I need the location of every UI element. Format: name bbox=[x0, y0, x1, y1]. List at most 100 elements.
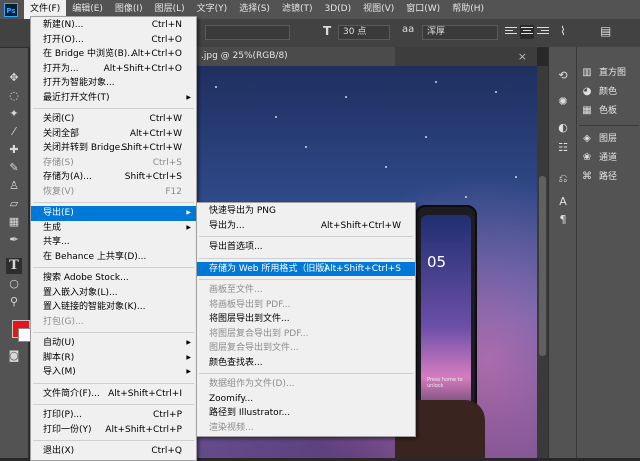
file-menu-item-label: 存储(S) bbox=[43, 157, 74, 168]
character-icon[interactable]: A bbox=[556, 195, 570, 209]
file-menu-item[interactable]: 关闭全部 Alt+Ctrl+W bbox=[31, 127, 196, 142]
export-menu-item[interactable]: 将图层导出到文件... bbox=[197, 312, 415, 327]
adjustments-icon[interactable]: ◐ bbox=[556, 121, 570, 135]
file-menu-item[interactable]: 文件简介(F)... Alt+Shift+Ctrl+I bbox=[31, 387, 196, 402]
menu-separator bbox=[199, 373, 413, 374]
file-menu-item-shortcut: Alt+Ctrl+W bbox=[129, 128, 182, 139]
file-menu-item[interactable]: 置入链接的智能对象(K)... bbox=[31, 300, 196, 315]
vertical-scrollbar[interactable] bbox=[537, 66, 548, 458]
brush-settings-icon[interactable]: ✺ bbox=[556, 95, 570, 109]
export-menu-item: 图层复合导出到文件... bbox=[197, 341, 415, 356]
file-menu-item[interactable]: 导入(M) ▶ bbox=[31, 365, 196, 380]
zoom-tool-icon[interactable]: ⚲ bbox=[6, 294, 22, 310]
menu-separator bbox=[33, 202, 194, 203]
align-center-button[interactable] bbox=[520, 25, 534, 39]
file-menu-item[interactable]: 打印(P)... Ctrl+P bbox=[31, 408, 196, 423]
file-menu-item-label: 打印(P)... bbox=[43, 410, 83, 420]
history-icon[interactable]: ⟲ bbox=[556, 69, 570, 83]
menu-separator bbox=[33, 267, 194, 268]
move-tool-icon[interactable]: ✥ bbox=[6, 70, 22, 86]
menu-filter[interactable]: 滤镜(T) bbox=[276, 0, 319, 19]
file-menu-item[interactable]: 关闭并转到 Bridge... Shift+Ctrl+W bbox=[31, 141, 196, 156]
eraser-tool-icon[interactable]: ▱ bbox=[6, 196, 22, 212]
panel-swatches[interactable]: ▦ 色板 bbox=[581, 103, 617, 119]
pen-tool-icon[interactable]: ✒ bbox=[6, 232, 22, 248]
panel-layers[interactable]: ◈ 图层 bbox=[581, 131, 617, 147]
font-size-dropdown[interactable]: 30 点 bbox=[338, 25, 390, 40]
file-menu-item[interactable]: 最近打开文件(T) ▶ bbox=[31, 91, 196, 106]
file-menu-item: 恢复(V) F12 bbox=[31, 185, 196, 200]
file-menu-item[interactable]: 打印一份(Y) Alt+Shift+Ctrl+P bbox=[31, 423, 196, 438]
export-menu-item[interactable]: 导出为... Alt+Shift+Ctrl+W bbox=[197, 219, 415, 234]
font-family-dropdown[interactable] bbox=[205, 25, 290, 40]
panel-color[interactable]: ◕ 颜色 bbox=[581, 84, 617, 100]
document-tab-bar: .jpg @ 25%(RGB/8) × bbox=[195, 47, 537, 66]
menu-view[interactable]: 视图(V) bbox=[357, 0, 400, 19]
panel-paths[interactable]: ⌘ 路径 bbox=[581, 169, 617, 185]
export-menu-item[interactable]: 路径到 Illustrator... bbox=[197, 406, 415, 421]
export-menu-item[interactable]: 存储为 Web 所用格式（旧版）... Alt+Shift+Ctrl+S bbox=[197, 261, 415, 276]
export-menu-item-label: 路径到 Illustrator... bbox=[209, 408, 291, 418]
scrollbar-thumb[interactable] bbox=[539, 176, 546, 356]
file-menu-item[interactable]: 共享... bbox=[31, 235, 196, 250]
file-menu-item[interactable]: 退出(X) Ctrl+Q bbox=[31, 444, 196, 459]
file-menu-item-label: 在 Bridge 中浏览(B)... bbox=[43, 49, 136, 59]
eyedropper-icon[interactable]: ⁄ bbox=[6, 124, 22, 140]
file-menu-item[interactable]: 存储为(A)... Shift+Ctrl+S bbox=[31, 170, 196, 185]
menu-separator bbox=[199, 236, 413, 237]
lasso-tool-icon[interactable]: ◌ bbox=[6, 88, 22, 104]
character-panel-icon[interactable]: ▤ bbox=[600, 24, 611, 38]
gradient-tool-icon[interactable]: ▦ bbox=[6, 214, 22, 230]
file-menu-item[interactable]: 搜索 Adobe Stock... bbox=[31, 271, 196, 286]
stamp-tool-icon[interactable]: ♙ bbox=[6, 178, 22, 194]
menu-type[interactable]: 文字(Y) bbox=[191, 0, 234, 19]
quick-mask-icon[interactable]: ◙ bbox=[6, 348, 22, 364]
file-menu-item-shortcut: Ctrl+Q bbox=[151, 446, 182, 456]
panel-histogram[interactable]: ▥ 直方图 bbox=[581, 65, 626, 81]
export-menu-item-label: 渲染视频... bbox=[209, 422, 254, 433]
shape-tool-icon[interactable]: ○ bbox=[6, 276, 22, 292]
file-menu-item[interactable]: 新建(N)... Ctrl+N bbox=[31, 18, 196, 33]
healing-brush-icon[interactable]: ✚ bbox=[6, 142, 22, 158]
file-menu-item[interactable]: 打开(O)... Ctrl+O bbox=[31, 33, 196, 48]
file-menu-item[interactable]: 置入嵌入对象(L)... bbox=[31, 286, 196, 301]
paths-icon: ⌘ bbox=[582, 171, 592, 182]
file-menu-item[interactable]: 打开为... Alt+Shift+Ctrl+O bbox=[31, 62, 196, 77]
brush-tool-icon[interactable]: ✎ bbox=[6, 160, 22, 176]
file-menu-item[interactable]: 脚本(R) ▶ bbox=[31, 351, 196, 366]
histogram-icon: ▥ bbox=[582, 67, 592, 78]
properties-icon[interactable]: ☷ bbox=[556, 141, 570, 155]
close-icon[interactable]: × bbox=[518, 47, 527, 66]
document-tab[interactable]: .jpg @ 25%(RGB/8) bbox=[195, 47, 395, 66]
file-menu-item-label: 关闭全部 bbox=[43, 128, 80, 139]
file-menu-item[interactable]: 在 Behance 上共享(D)... bbox=[31, 250, 196, 265]
magic-wand-icon[interactable]: ✦ bbox=[6, 106, 22, 122]
export-menu-item[interactable]: Zoomify... bbox=[197, 392, 415, 407]
file-menu-item-shortcut: Ctrl+O bbox=[151, 34, 182, 45]
menu-select[interactable]: 选择(S) bbox=[233, 0, 276, 19]
file-menu-item[interactable]: 打开为智能对象... bbox=[31, 76, 196, 91]
export-menu-item[interactable]: 颜色查找表... bbox=[197, 356, 415, 371]
panel-channels[interactable]: ❀ 通道 bbox=[581, 150, 617, 166]
clone-source-icon[interactable]: ⎌ bbox=[556, 172, 570, 186]
file-menu-item[interactable]: 自动(U) ▶ bbox=[31, 336, 196, 351]
file-menu-item-label: 脚本(R) bbox=[43, 352, 75, 363]
file-menu-item[interactable]: 在 Bridge 中浏览(B)... Alt+Ctrl+O bbox=[31, 47, 196, 62]
menu-window[interactable]: 窗口(W) bbox=[400, 0, 446, 19]
antialias-dropdown[interactable]: 浑厚 bbox=[422, 25, 498, 40]
paragraph-icon[interactable]: ¶ bbox=[556, 213, 570, 227]
menu-separator bbox=[33, 404, 194, 405]
export-menu-item: 数据组作为文件(D)... bbox=[197, 377, 415, 392]
align-left-button[interactable] bbox=[504, 25, 518, 39]
file-menu-item[interactable]: 生成 ▶ bbox=[31, 221, 196, 236]
export-menu-item[interactable]: 导出首选项... bbox=[197, 240, 415, 255]
menu-help[interactable]: 帮助(H) bbox=[446, 0, 490, 19]
menu-3d[interactable]: 3D(D) bbox=[318, 0, 357, 19]
export-menu-item[interactable]: 快速导出为 PNG bbox=[197, 204, 415, 219]
type-tool-icon[interactable]: T bbox=[6, 258, 22, 274]
file-menu-item[interactable]: 导出(E) ▶ bbox=[31, 206, 196, 221]
export-menu-item-label: Zoomify... bbox=[209, 393, 254, 404]
warp-text-icon[interactable]: ⌇ bbox=[560, 24, 566, 38]
file-menu-item[interactable]: 关闭(C) Ctrl+W bbox=[31, 112, 196, 127]
align-right-button[interactable] bbox=[536, 25, 550, 39]
